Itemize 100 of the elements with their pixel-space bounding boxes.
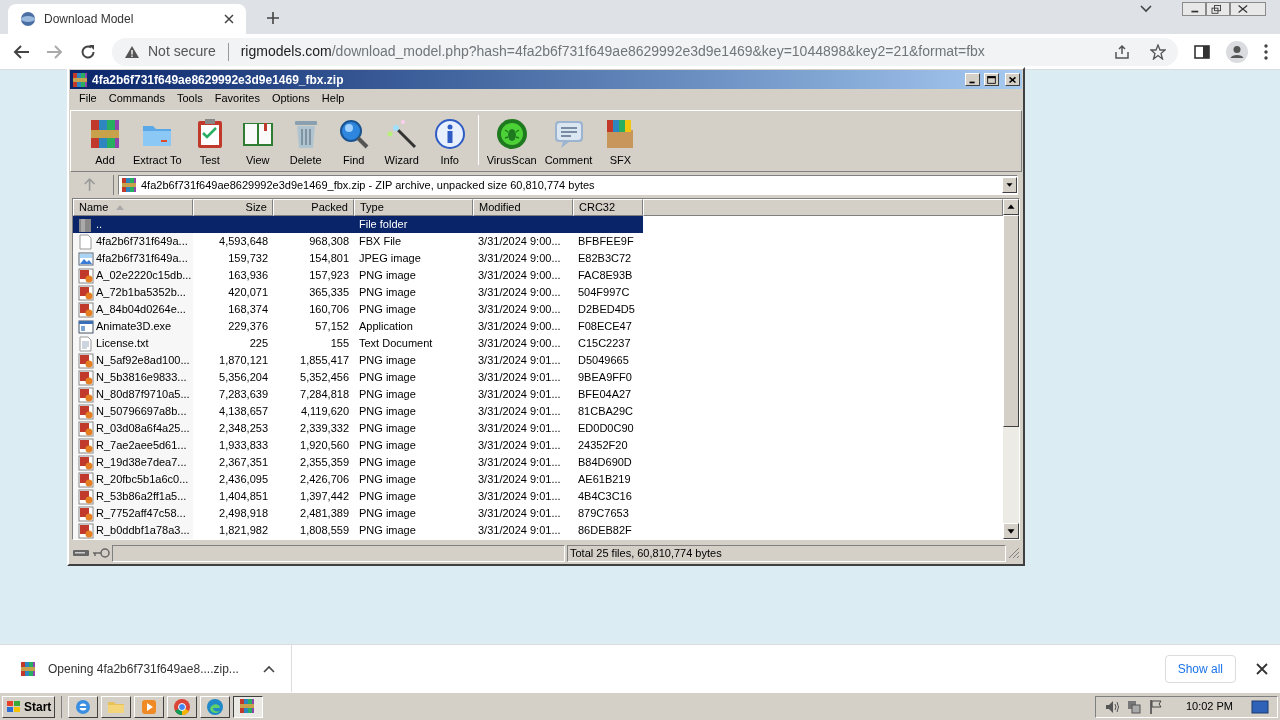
show-all-button[interactable]: Show all xyxy=(1164,654,1236,683)
start-button[interactable]: Start xyxy=(2,695,56,718)
table-cell-text: 2,436,095 xyxy=(219,472,268,488)
maximize-icon[interactable] xyxy=(984,73,999,86)
menu-item[interactable]: Help xyxy=(316,90,350,107)
toolbar-button[interactable]: Wizard xyxy=(377,112,426,168)
profile-icon[interactable] xyxy=(1226,40,1248,63)
file-row[interactable]: Animate3D.exe 229,376 57,152 Application 3/31/2024 9:00... F08ECE47 xyxy=(73,318,643,335)
file-row[interactable]: R_7752aff47c58... 2,498,918 2,481,389 PNG image 3/31/2024 9:01... 879C7653 xyxy=(73,505,643,522)
file-row[interactable]: R_19d38e7dea7... 2,367,351 2,355,359 PNG image 3/31/2024 9:01... B84D690D xyxy=(73,454,643,471)
back-icon[interactable] xyxy=(12,43,30,60)
table-cell-text: R_20fbc5b1a6c0... xyxy=(96,472,189,488)
edge-icon[interactable] xyxy=(206,697,225,716)
table-cell-text: 2,498,918 xyxy=(219,506,268,522)
share-icon[interactable] xyxy=(1114,43,1130,60)
path-field[interactable]: 4fa2b6f731f649ae8629992e3d9e1469_fbx.zip - ZIP archive, unpacked size 60,810,774 bytes xyxy=(118,175,1018,195)
toolbar-button[interactable]: Extract To xyxy=(129,112,186,168)
toolbar-button[interactable]: Test xyxy=(185,112,234,168)
column-header[interactable]: Modified xyxy=(473,199,573,216)
table-cell-text: E82B3C72 xyxy=(578,251,632,267)
image-file-icon xyxy=(78,505,94,522)
table-cell-text: 1,404,851 xyxy=(219,489,268,505)
column-header[interactable]: Name xyxy=(73,199,193,216)
magnifier-icon xyxy=(337,117,370,150)
table-cell-text: 1,855,417 xyxy=(300,353,349,369)
file-row[interactable]: R_03d08a6f4a25... 2,348,253 2,339,332 PNG image 3/31/2024 9:01... ED0D0C90 xyxy=(73,420,643,437)
file-row[interactable]: A_02e2220c15db... 163,936 157,923 PNG image 3/31/2024 9:00... FAC8E93B xyxy=(73,267,643,284)
file-row[interactable]: A_84b04d0264e... 168,374 160,706 PNG image 3/31/2024 9:00... D2BED4D5 xyxy=(73,301,643,318)
table-cell-text: 4B4C3C16 xyxy=(578,489,632,505)
close-icon[interactable] xyxy=(224,14,234,24)
table-cell-text: 3/31/2024 9:01... xyxy=(478,404,561,420)
table-cell-text: Animate3D.exe xyxy=(96,319,172,335)
table-cell-text: File folder xyxy=(359,217,408,233)
toolbar-button[interactable]: Find xyxy=(329,112,378,168)
chevron-up-icon[interactable] xyxy=(262,664,275,673)
scrollbar[interactable] xyxy=(1003,199,1019,539)
file-row[interactable]: R_20fbc5b1a6c0... 2,436,095 2,426,706 PNG image 3/31/2024 9:01... AE61B219 xyxy=(73,471,643,488)
dropdown-icon[interactable] xyxy=(1002,177,1017,193)
file-row[interactable]: 4fa2b6f731f649a... 159,732 154,801 JPEG image 3/31/2024 9:00... E82B3C72 xyxy=(73,250,643,267)
text-file-icon xyxy=(78,335,94,352)
column-header[interactable]: Size xyxy=(193,199,273,216)
file-icon xyxy=(78,233,94,250)
file-row[interactable]: N_5af92e8ad100... 1,870,121 1,855,417 PNG image 3/31/2024 9:01... D5049665 xyxy=(73,352,643,369)
key-icon xyxy=(92,548,110,558)
file-row[interactable]: N_80d87f9710a5... 7,283,639 7,284,818 PNG image 3/31/2024 9:01... BFE04A27 xyxy=(73,386,643,403)
menu-item[interactable]: Favorites xyxy=(209,90,265,107)
toolbar-button[interactable]: View xyxy=(233,112,282,168)
table-cell-text: ED0D0C90 xyxy=(578,421,634,437)
more-icon[interactable] xyxy=(1264,43,1268,60)
column-header[interactable]: Packed xyxy=(273,199,354,216)
toolbar-button[interactable]: Comment xyxy=(540,112,597,168)
chevron-down-icon[interactable] xyxy=(1140,5,1152,13)
browser-e-icon[interactable] xyxy=(74,697,93,716)
close-icon[interactable] xyxy=(1256,662,1268,675)
menu-item[interactable]: File xyxy=(74,90,102,107)
scroll-up-icon[interactable] xyxy=(1003,199,1019,215)
file-row[interactable]: N_5b3816e9833... 5,356,204 5,352,456 PNG image 3/31/2024 9:01... 9BEA9FF0 xyxy=(73,369,643,386)
toolbar-button[interactable]: Delete xyxy=(281,112,330,168)
table-cell-text: PNG image xyxy=(359,285,416,301)
file-row[interactable]: R_53b86a2ff1a5... 1,404,851 1,397,442 PNG image 3/31/2024 9:01... 4B4C3C16 xyxy=(73,488,643,505)
column-header[interactable]: CRC32 xyxy=(573,199,643,216)
image-file-icon xyxy=(78,250,94,267)
folder-icon xyxy=(78,216,94,233)
star-icon[interactable] xyxy=(1150,43,1166,60)
file-row[interactable]: A_72b1ba5352b... 420,071 365,335 PNG image 3/31/2024 9:00... 504F997C xyxy=(73,284,643,301)
file-row[interactable]: R_b0ddbf1a78a3... 1,821,982 1,808,559 PNG image 3/31/2024 9:01... 86DEB82F xyxy=(73,522,643,539)
reload-icon[interactable] xyxy=(80,43,96,60)
flag-icon[interactable] xyxy=(1147,698,1164,715)
column-header[interactable]: Type xyxy=(354,199,473,216)
url-text: rigmodels.com/download_model.php?hash=4fa2b6f731f649ae8629992e3d9e1469&key=1044898&key2=21&format=fbx xyxy=(240,42,985,61)
table-cell-text: 968,308 xyxy=(309,234,349,250)
file-row[interactable]: N_50796697a8b... 4,138,657 4,119,620 PNG image 3/31/2024 9:01... 81CBA29C xyxy=(73,403,643,420)
toolbar-button[interactable]: VirusScan xyxy=(482,112,541,168)
table-cell-text: 4fa2b6f731f649a... xyxy=(96,234,188,250)
restore-icon[interactable] xyxy=(1206,2,1230,16)
toolbar-button[interactable]: SFX xyxy=(596,112,645,168)
file-row[interactable]: R_7ae2aee5d61... 1,933,833 1,920,560 PNG image 3/31/2024 9:01... 24352F20 xyxy=(73,437,643,454)
close-icon[interactable] xyxy=(1230,2,1266,16)
status-text: Total 25 files, 60,810,774 bytes xyxy=(570,545,722,561)
file-row[interactable]: 4fa2b6f731f649a... 4,593,648 968,308 FBX File 3/31/2024 9:00... BFBFEE9F xyxy=(73,233,643,250)
globe-icon xyxy=(20,11,36,27)
scroll-thumb[interactable] xyxy=(1003,215,1019,427)
address-bar[interactable]: Not secure rigmodels.com/download_model.php?hash=4fa2b6f731f649ae8629992e3d9e1469&key=1044898&key2=21&format=fbx xyxy=(112,37,1178,66)
toolbar-button[interactable]: Info xyxy=(425,112,474,168)
new-tab-icon[interactable] xyxy=(266,11,280,25)
file-row[interactable]: License.txt 225 155 Text Document 3/31/2024 9:00... C15C2237 xyxy=(73,335,643,352)
table-cell-text: R_7ae2aee5d61... xyxy=(96,438,187,454)
scroll-down-icon[interactable] xyxy=(1003,523,1019,539)
chrome-icon[interactable] xyxy=(173,697,192,716)
browser-tab[interactable]: Download Model xyxy=(8,4,246,34)
menu-item[interactable]: Tools xyxy=(172,90,208,107)
file-row[interactable]: .. File folder xyxy=(73,216,643,233)
toolbar-button[interactable]: Add xyxy=(81,112,129,168)
sidebar-icon[interactable] xyxy=(1194,43,1210,60)
menu-item[interactable]: Commands xyxy=(103,90,170,107)
desktop-icon[interactable] xyxy=(1251,699,1269,714)
network-icon[interactable] xyxy=(1125,698,1142,715)
table-cell-text: PNG image xyxy=(359,506,416,522)
menu-item[interactable]: Options xyxy=(266,90,315,107)
table-cell-text: N_5af92e8ad100... xyxy=(96,353,190,369)
